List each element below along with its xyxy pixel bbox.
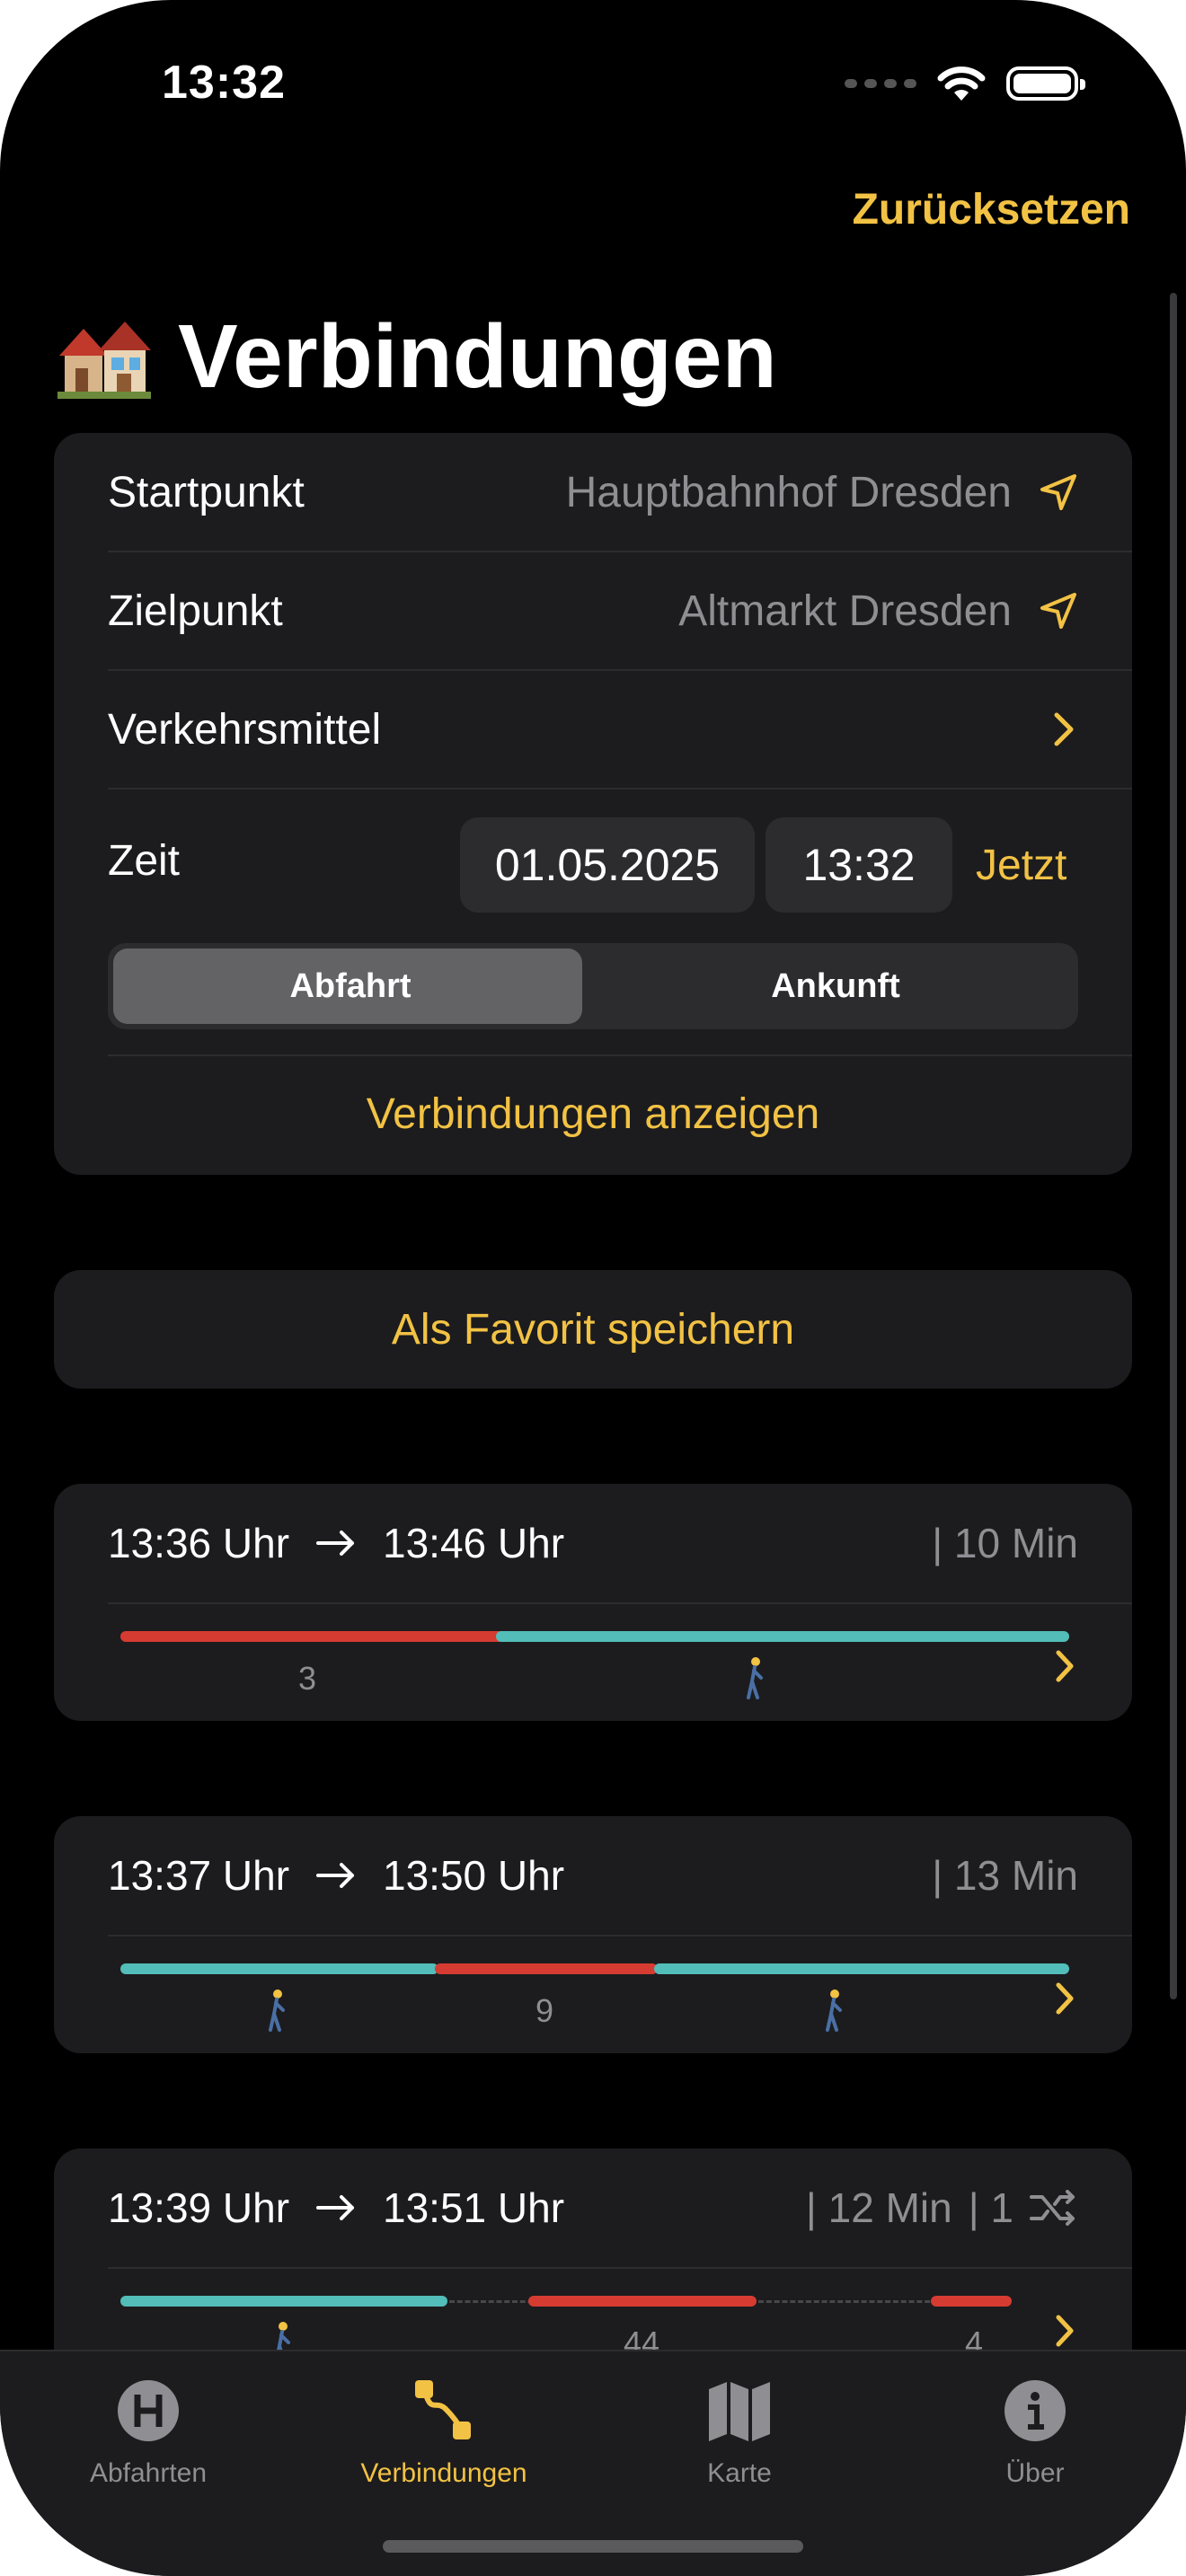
show-connections-button[interactable]: Verbindungen anzeigen: [54, 1053, 1132, 1175]
tab-departures[interactable]: Abfahrten: [40, 2377, 256, 2489]
connection-card[interactable]: 13:37 Uhr 13:50 Uhr | 13 Min 9: [54, 1816, 1132, 2053]
status-icons: [845, 65, 1085, 102]
walk-segment: [654, 1963, 1069, 1974]
chevron-right-icon[interactable]: [1051, 1980, 1078, 2017]
duration-text: | 12 Min: [805, 2184, 952, 2231]
tram-segment: [120, 1631, 548, 1642]
reset-button[interactable]: Zurücksetzen: [853, 185, 1130, 234]
departure-time: 13:36 Uhr: [108, 1520, 290, 1566]
arrival-time: 13:50 Uhr: [383, 1852, 565, 1899]
page-title: Verbindungen: [58, 305, 777, 409]
houses-icon: [58, 321, 151, 399]
arrival-time: 13:51 Uhr: [383, 2184, 565, 2231]
departure-time: 13:39 Uhr: [108, 2184, 290, 2231]
transport-label: Verkehrsmittel: [108, 705, 382, 754]
connection-duration: | 12 Min | 1: [806, 2148, 1078, 2267]
connection-times: 13:36 Uhr 13:46 Uhr: [108, 1484, 564, 1602]
scrollbar[interactable]: [1170, 293, 1177, 1999]
segment-departure[interactable]: Abfahrt: [108, 943, 593, 1029]
line-number: 9: [535, 1992, 554, 2029]
transport-row[interactable]: Verkehrsmittel: [108, 670, 1078, 789]
walk-segment: [496, 1631, 1069, 1642]
segment-arrival[interactable]: Ankunft: [593, 943, 1078, 1029]
save-favorite-button[interactable]: Als Favorit speichern: [54, 1270, 1132, 1389]
tram-segment: [931, 2296, 1012, 2307]
departure-time: 13:37 Uhr: [108, 1852, 290, 1899]
tab-about[interactable]: Über: [927, 2377, 1143, 2489]
now-button[interactable]: Jetzt: [976, 841, 1067, 890]
walking-icon: [269, 1989, 285, 2032]
divider: [108, 1935, 1132, 1936]
shuffle-icon: [1030, 2190, 1075, 2226]
tab-map[interactable]: Karte: [632, 2377, 847, 2489]
arrival-time: 13:46 Uhr: [383, 1520, 565, 1566]
connection-card[interactable]: 13:36 Uhr 13:46 Uhr | 10 Min 3: [54, 1484, 1132, 1721]
tram-segment: [528, 2296, 757, 2307]
time-label: Zeit: [108, 836, 181, 885]
tab-label: Karte: [707, 2458, 772, 2488]
start-row[interactable]: Startpunkt Hauptbahnhof Dresden: [108, 433, 1078, 551]
home-indicator[interactable]: [383, 2540, 803, 2553]
arrow-right-icon: [316, 1863, 355, 1888]
destination-value: Altmarkt Dresden: [678, 587, 1012, 635]
divider: [108, 1602, 1132, 1604]
location-arrow-icon[interactable]: [1039, 472, 1078, 512]
page-title-text: Verbindungen: [178, 306, 777, 407]
tab-label: Verbindungen: [360, 2458, 527, 2488]
chevron-right-icon: [1054, 712, 1074, 746]
status-time: 13:32: [162, 57, 286, 109]
connection-duration: | 13 Min: [932, 1816, 1078, 1935]
destination-label: Zielpunkt: [108, 587, 283, 635]
tab-connections[interactable]: Verbindungen: [336, 2377, 552, 2489]
connection-times: 13:37 Uhr 13:50 Uhr: [108, 1816, 564, 1935]
arrow-right-icon: [316, 1531, 355, 1556]
location-arrow-icon[interactable]: [1039, 591, 1078, 631]
tram-segment: [435, 1963, 658, 1974]
battery-icon: [1006, 66, 1085, 101]
h-circle-icon: [118, 2380, 179, 2441]
route-form: Startpunkt Hauptbahnhof Dresden Zielpunk…: [54, 433, 1132, 1175]
duration-text: | 13 Min: [932, 1852, 1078, 1899]
walk-segment: [120, 2296, 447, 2307]
duration-text: | 10 Min: [932, 1520, 1078, 1566]
connection-duration: | 10 Min: [932, 1484, 1078, 1602]
connection-times: 13:39 Uhr 13:51 Uhr: [108, 2148, 564, 2267]
tab-label: Abfahrten: [89, 2458, 208, 2488]
phone-screen: 13:32 Zurücksetzen Verbindungen Startpun…: [0, 0, 1186, 2576]
arrow-right-icon: [316, 2195, 355, 2220]
date-picker[interactable]: 01.05.2025: [460, 817, 755, 913]
changes-count: | 1: [968, 2184, 1013, 2231]
map-icon: [709, 2382, 770, 2441]
time-picker[interactable]: 13:32: [766, 817, 952, 913]
departure-arrival-toggle[interactable]: Abfahrt Ankunft: [108, 943, 1078, 1029]
signal-icon: [845, 79, 916, 88]
divider: [108, 2267, 1132, 2269]
start-value: Hauptbahnhof Dresden: [565, 468, 1012, 516]
route-icon: [415, 2380, 471, 2439]
wifi-icon: [937, 66, 986, 101]
start-label: Startpunkt: [108, 468, 305, 516]
walking-icon: [747, 1657, 763, 1699]
chevron-right-icon[interactable]: [1051, 2312, 1078, 2350]
info-icon: [1005, 2380, 1066, 2441]
chevron-right-icon[interactable]: [1051, 1647, 1078, 1685]
destination-row[interactable]: Zielpunkt Altmarkt Dresden: [108, 551, 1078, 670]
transfer-segment: [758, 2300, 938, 2303]
tab-label: Über: [1005, 2458, 1065, 2488]
line-number: 3: [297, 1660, 317, 1697]
walking-icon: [826, 1989, 842, 2032]
walk-segment: [120, 1963, 438, 1974]
